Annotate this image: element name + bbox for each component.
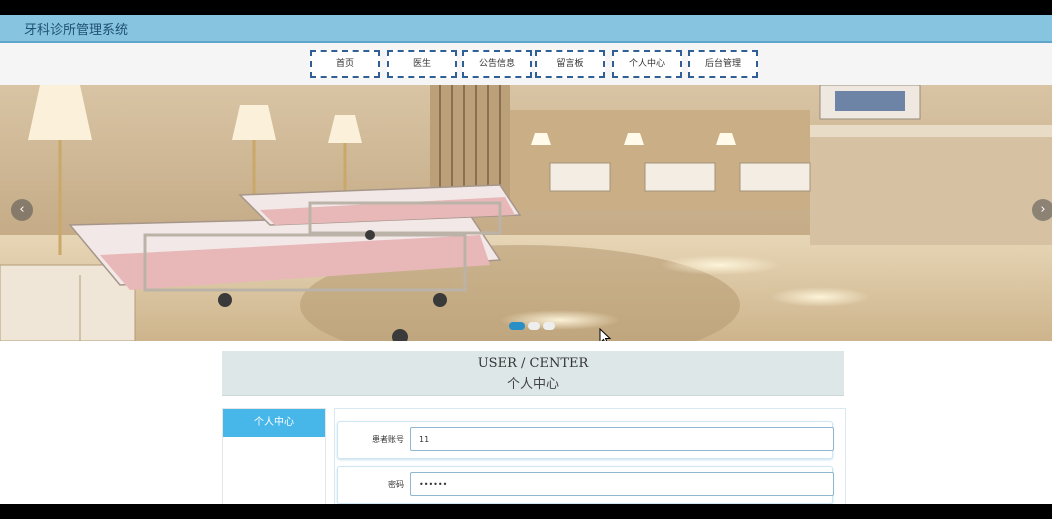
- carousel-prev-button[interactable]: ‹: [11, 199, 33, 221]
- section-title-en: USER / CENTER: [477, 356, 589, 371]
- sidebar-menu: 个人中心: [222, 408, 326, 504]
- section-title-cn: 个人中心: [506, 377, 559, 392]
- carousel-indicator-dot[interactable]: [543, 322, 555, 330]
- password-input[interactable]: [410, 472, 834, 496]
- main-nav: 首页 医生 公告信息 留言板 个人中心 后台管理: [0, 43, 1052, 85]
- nav-doctors[interactable]: 医生: [387, 50, 457, 78]
- form-row-account: 患者账号: [337, 421, 834, 459]
- site-title: 牙科诊所管理系统: [24, 23, 129, 38]
- carousel-indicator-dot[interactable]: [509, 322, 525, 330]
- nav-user-center[interactable]: 个人中心: [612, 50, 682, 78]
- password-label: 密码: [388, 480, 404, 489]
- carousel-slide-image: [0, 85, 1052, 341]
- profile-form: 患者账号 密码: [334, 408, 846, 504]
- form-row-password: 密码: [337, 466, 834, 504]
- nav-announcements[interactable]: 公告信息: [462, 50, 532, 78]
- sidebar-item-user-center[interactable]: 个人中心: [223, 409, 325, 437]
- title-bar: 牙科诊所管理系统: [0, 15, 1052, 43]
- account-input[interactable]: [410, 427, 834, 451]
- nav-message-board[interactable]: 留言板: [535, 50, 605, 78]
- mouse-cursor-icon: [599, 328, 611, 341]
- account-label: 患者账号: [372, 435, 404, 444]
- nav-home[interactable]: 首页: [310, 50, 380, 78]
- page: 牙科诊所管理系统 首页 医生 公告信息 留言板 个人中心 后台管理 ‹ › US…: [0, 15, 1052, 504]
- carousel-next-button[interactable]: ›: [1032, 199, 1052, 221]
- nav-admin[interactable]: 后台管理: [688, 50, 758, 78]
- user-center-header: USER / CENTER 个人中心: [222, 351, 844, 396]
- carousel-indicator-dot[interactable]: [528, 322, 540, 330]
- banner-carousel: ‹ ›: [0, 85, 1052, 341]
